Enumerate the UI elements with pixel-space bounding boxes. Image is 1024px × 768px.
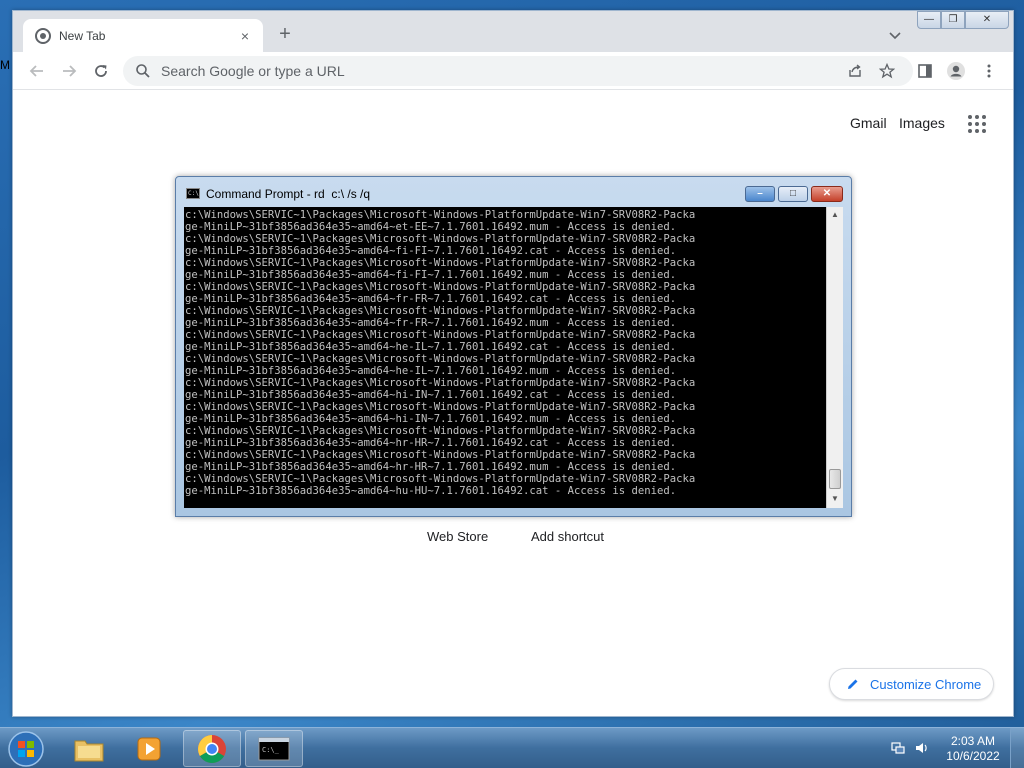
taskbar-cmd-icon[interactable]: C:\_ [245, 730, 303, 767]
omnibox[interactable] [123, 56, 913, 86]
window-restore-button[interactable]: ❐ [941, 11, 965, 29]
tab-new-tab[interactable]: New Tab × [23, 19, 263, 52]
taskbar-cmd-icon-text: C:\_ [262, 746, 280, 754]
cmd-output-line: ge-MiniLP~31bf3856ad364e35~amd64~et-EE~7… [185, 221, 677, 233]
tab-search-chevron-icon[interactable] [887, 27, 903, 43]
side-panel-icon[interactable] [915, 61, 935, 81]
images-link[interactable]: Images [899, 115, 945, 131]
cmd-output-line: c:\Windows\SERVIC~1\Packages\Microsoft-W… [185, 473, 696, 485]
tab-close-icon[interactable]: × [237, 28, 253, 44]
cmd-output-line: ge-MiniLP~31bf3856ad364e35~amd64~fi-FI~7… [185, 245, 677, 257]
cmd-output-line: ge-MiniLP~31bf3856ad364e35~amd64~fr-FR~7… [185, 293, 677, 305]
cmd-vertical-scrollbar[interactable]: ▲ ▼ [826, 207, 843, 508]
cmd-window-icon: C:\ [186, 188, 200, 199]
cmd-output-line: c:\Windows\SERVIC~1\Packages\Microsoft-W… [185, 449, 696, 461]
window-close-button[interactable]: ✕ [965, 11, 1009, 29]
cmd-output-line: c:\Windows\SERVIC~1\Packages\Microsoft-W… [185, 233, 696, 245]
taskbar-media-player-icon[interactable] [120, 730, 178, 767]
cmd-output-line: c:\Windows\SERVIC~1\Packages\Microsoft-W… [185, 209, 696, 221]
back-arrow-icon[interactable] [27, 61, 47, 81]
kebab-menu-icon[interactable] [979, 61, 999, 81]
forward-arrow-icon[interactable] [59, 61, 79, 81]
shortcut-add-shortcut[interactable]: Add shortcut [531, 529, 604, 544]
desktop-icon-label-fragment: M [0, 58, 10, 72]
google-apps-grid-icon[interactable] [967, 114, 987, 134]
cmd-output-line: c:\Windows\SERVIC~1\Packages\Microsoft-W… [185, 281, 696, 293]
cmd-output-line: c:\Windows\SERVIC~1\Packages\Microsoft-W… [185, 377, 696, 389]
cmd-output-line: ge-MiniLP~31bf3856ad364e35~amd64~hi-IN~7… [185, 413, 677, 425]
cmd-output-line: ge-MiniLP~31bf3856ad364e35~amd64~fi-FI~7… [185, 269, 677, 281]
cmd-output-line: c:\Windows\SERVIC~1\Packages\Microsoft-W… [185, 425, 696, 437]
search-icon [135, 63, 151, 79]
tab-title: New Tab [59, 28, 106, 43]
volume-tray-icon[interactable] [914, 740, 930, 756]
cmd-output-line: c:\Windows\SERVIC~1\Packages\Microsoft-W… [185, 305, 696, 317]
cmd-output-line: c:\Windows\SERVIC~1\Packages\Microsoft-W… [185, 401, 696, 413]
scroll-down-arrow-icon[interactable]: ▼ [827, 491, 843, 507]
cmd-minimize-button[interactable]: – [745, 186, 775, 202]
cmd-window-title: Command Prompt - rd c:\ /s /q [206, 187, 371, 201]
cmd-output-line: ge-MiniLP~31bf3856ad364e35~amd64~hu-HU~7… [185, 485, 677, 497]
taskbar: C:\_ 2:03 AM 10/6/2022 [0, 727, 1024, 768]
start-button[interactable] [6, 729, 46, 768]
cmd-output-line: c:\Windows\SERVIC~1\Packages\Microsoft-W… [185, 257, 696, 269]
cmd-output-line: c:\Windows\SERVIC~1\Packages\Microsoft-W… [185, 353, 696, 365]
cmd-titlebar[interactable]: C:\ Command Prompt - rd c:\ /s /q – □ ✕ [176, 177, 851, 205]
cmd-output-line: ge-MiniLP~31bf3856ad364e35~amd64~he-IL~7… [185, 365, 677, 377]
clock-date: 10/6/2022 [946, 749, 1000, 763]
cmd-output-line: c:\Windows\SERVIC~1\Packages\Microsoft-W… [185, 329, 696, 341]
cmd-output-line: ge-MiniLP~31bf3856ad364e35~amd64~hi-IN~7… [185, 389, 677, 401]
scroll-up-arrow-icon[interactable]: ▲ [827, 207, 843, 223]
cmd-console-output[interactable]: c:\Windows\SERVIC~1\Packages\Microsoft-W… [184, 207, 826, 508]
cmd-output-line: ge-MiniLP~31bf3856ad364e35~amd64~fr-FR~7… [185, 317, 677, 329]
cmd-close-button[interactable]: ✕ [811, 186, 843, 202]
new-tab-button[interactable]: + [275, 24, 295, 45]
cmd-maximize-button[interactable]: □ [778, 186, 808, 202]
bookmark-star-icon[interactable] [879, 63, 895, 79]
customize-chrome-button[interactable]: Customize Chrome [829, 668, 994, 700]
show-desktop-button[interactable] [1010, 728, 1024, 768]
command-prompt-window[interactable]: C:\ Command Prompt - rd c:\ /s /q – □ ✕ … [175, 176, 852, 517]
tab-strip: New Tab × + — ❐ ✕ [13, 11, 1013, 52]
window-minimize-button[interactable]: — [917, 11, 941, 29]
cmd-output-line: ge-MiniLP~31bf3856ad364e35~amd64~he-IL~7… [185, 341, 677, 353]
shortcut-web-store[interactable]: Web Store [427, 529, 488, 544]
gmail-link[interactable]: Gmail [850, 115, 887, 131]
profile-avatar-icon[interactable] [946, 61, 966, 81]
chrome-favicon-icon [35, 27, 51, 44]
scroll-thumb[interactable] [829, 469, 841, 489]
reload-icon[interactable] [91, 61, 111, 81]
system-clock[interactable]: 2:03 AM 10/6/2022 [944, 734, 1002, 764]
customize-chrome-label: Customize Chrome [870, 676, 982, 692]
network-tray-icon[interactable] [890, 740, 906, 756]
pencil-icon [846, 677, 860, 691]
taskbar-explorer-icon[interactable] [60, 730, 118, 767]
browser-toolbar [13, 52, 1013, 90]
cmd-output-line: ge-MiniLP~31bf3856ad364e35~amd64~hr-HR~7… [185, 437, 677, 449]
taskbar-chrome-icon[interactable] [183, 730, 241, 767]
cmd-output-lines: c:\Windows\SERVIC~1\Packages\Microsoft-W… [184, 207, 826, 497]
address-input[interactable] [161, 63, 821, 79]
clock-time: 2:03 AM [950, 734, 996, 748]
cmd-output-line: ge-MiniLP~31bf3856ad364e35~amd64~hr-HR~7… [185, 461, 677, 473]
share-icon[interactable] [847, 63, 863, 79]
